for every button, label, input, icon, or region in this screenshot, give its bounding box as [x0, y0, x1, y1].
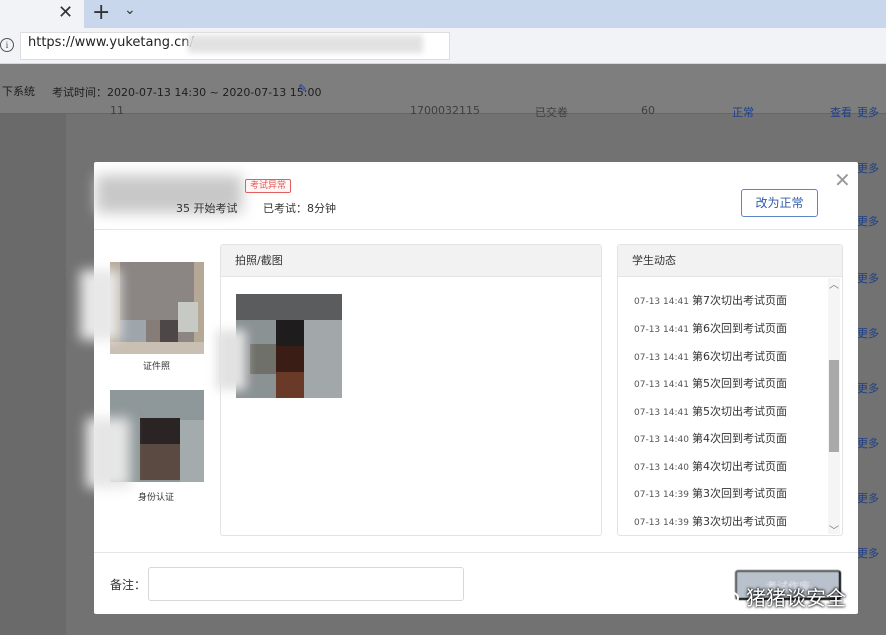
- activity-panel-title: 学生动态: [618, 245, 842, 277]
- chevron-up-icon[interactable]: ︿: [829, 276, 839, 291]
- more-link[interactable]: 更多: [857, 490, 879, 506]
- activity-item: 07-13 14:40 第4次回到考试页面: [634, 432, 787, 445]
- chevron-down-icon[interactable]: ﹀: [829, 522, 839, 537]
- activity-item: 07-13 14:41 第6次切出考试页面: [634, 350, 787, 363]
- id-photo-caption: 证件照: [143, 362, 171, 372]
- photo-redaction: [80, 270, 120, 340]
- row-score: 60: [641, 104, 655, 117]
- url-redacted: [188, 35, 423, 53]
- wechat-icon: [708, 587, 739, 605]
- row-student-id: 1700032115: [410, 104, 480, 117]
- activity-item: 07-13 14:41 第7次切出考试页面: [634, 294, 787, 307]
- remark-input[interactable]: [148, 567, 464, 601]
- row-state: 正常: [732, 106, 754, 119]
- more-link[interactable]: 更多: [857, 104, 879, 120]
- remark-label: 备注：: [110, 578, 147, 592]
- status-badge: 考试异常: [245, 179, 292, 193]
- table-row: 11 1700032115 已交卷 60 正常 查看: [70, 104, 880, 122]
- activity-item: 07-13 14:39 第3次回到考试页面: [634, 487, 787, 500]
- identity-caption: 身份认证: [138, 493, 175, 503]
- close-icon[interactable]: ✕: [834, 168, 851, 192]
- row-index: 11: [110, 104, 124, 117]
- watermark-text: 猪猪谈安全: [746, 586, 846, 610]
- photo-redaction: [86, 418, 130, 488]
- activity-item: 07-13 14:41 第5次回到考试页面: [634, 377, 787, 390]
- activity-item: 07-13 14:41 第5次切出考试页面: [634, 405, 787, 418]
- new-tab-icon[interactable]: +: [92, 0, 110, 25]
- url-text[interactable]: https://www.yuketang.cn/: [28, 35, 194, 50]
- activity-item: 07-13 14:39 第3次切出考试页面: [634, 515, 787, 528]
- row-view-link[interactable]: 查看: [830, 104, 852, 120]
- capture-thumbnail[interactable]: [236, 294, 342, 398]
- more-link[interactable]: 更多: [857, 270, 879, 286]
- divider: [94, 552, 858, 553]
- exam-time: 考试时间：2020-07-13 14:30 ~ 2020-07-13 15:00: [52, 86, 322, 99]
- more-link[interactable]: 更多: [857, 160, 879, 176]
- page-sidebar: [0, 114, 66, 635]
- activity-item: 07-13 14:41 第6次回到考试页面: [634, 322, 787, 335]
- info-icon[interactable]: i: [0, 38, 14, 52]
- id-photo[interactable]: [110, 262, 204, 354]
- mark-normal-button[interactable]: 改为正常: [741, 189, 818, 217]
- divider: [94, 229, 858, 230]
- more-link[interactable]: 更多: [857, 435, 879, 451]
- scrollbar-thumb[interactable]: [829, 360, 839, 452]
- system-title: 下系统: [2, 85, 35, 98]
- row-status: 已交卷: [535, 106, 568, 119]
- exam-elapsed: 已考试：8分钟: [263, 202, 336, 215]
- more-link[interactable]: 更多: [857, 325, 879, 341]
- chevron-down-icon[interactable]: ⌄: [124, 2, 136, 18]
- photo-redaction: [216, 330, 246, 390]
- more-link[interactable]: 更多: [857, 380, 879, 396]
- tab-bar: ✕ + ⌄: [0, 0, 886, 28]
- edit-icon[interactable]: ✎: [298, 82, 307, 95]
- close-icon[interactable]: ✕: [58, 2, 73, 23]
- exam-start-time: 35 开始考试: [176, 202, 238, 215]
- capture-panel-title: 拍照/截图: [221, 245, 601, 277]
- more-link[interactable]: 更多: [857, 545, 879, 561]
- more-link[interactable]: 更多: [857, 213, 879, 229]
- activity-item: 07-13 14:40 第4次切出考试页面: [634, 460, 787, 473]
